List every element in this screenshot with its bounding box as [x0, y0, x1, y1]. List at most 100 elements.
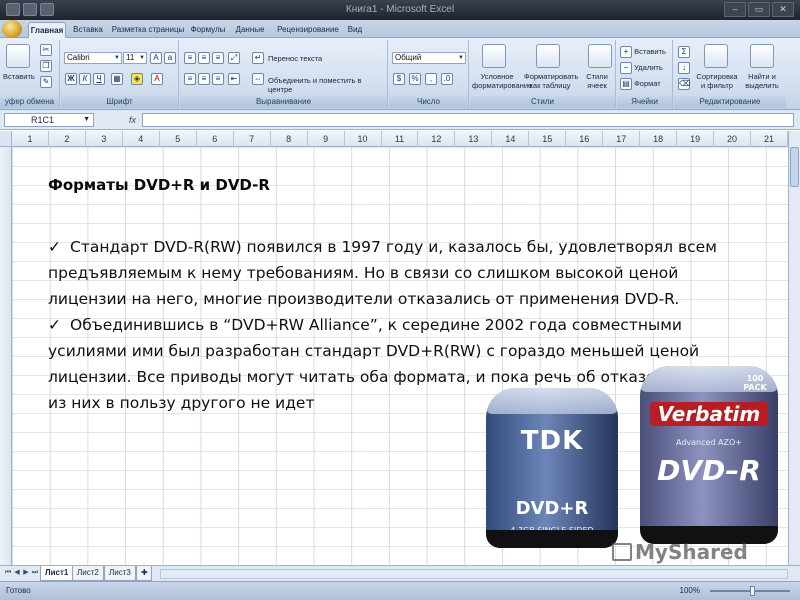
tab-formulas[interactable]: Формулы	[188, 22, 228, 38]
shrink-font-icon[interactable]: a	[164, 52, 176, 64]
column-header[interactable]: 3	[86, 131, 123, 147]
sheet-tab-2[interactable]: Лист2	[72, 566, 104, 581]
insert-cells-button[interactable]: + Вставить	[620, 46, 666, 58]
decimal-icon[interactable]: .0	[441, 73, 453, 85]
minimize-button[interactable]: –	[724, 2, 746, 17]
column-header[interactable]: 16	[566, 131, 604, 147]
font-size-combo[interactable]: 11 ▼	[123, 52, 147, 64]
vertical-scrollbar[interactable]	[788, 131, 800, 565]
underline-button[interactable]: Ч	[93, 73, 105, 85]
tab-insert[interactable]: Вставка	[70, 22, 106, 38]
wrap-text-icon[interactable]: ↵	[252, 52, 264, 64]
copy-icon[interactable]: ❐	[40, 60, 52, 72]
column-header[interactable]: 14	[492, 131, 530, 147]
format-cells-button[interactable]: ▤ Формат	[620, 78, 661, 90]
zoom-slider[interactable]	[710, 586, 790, 596]
column-header[interactable]: 11	[382, 131, 419, 147]
close-button[interactable]: ✕	[772, 2, 794, 17]
wrap-text-button[interactable]: Перенос текста	[268, 54, 322, 63]
column-header[interactable]: 10	[345, 131, 382, 147]
column-header[interactable]: 4	[123, 131, 160, 147]
column-header[interactable]: 18	[640, 131, 678, 147]
zoom-knob[interactable]	[750, 586, 755, 596]
borders-icon[interactable]: ▦	[111, 73, 123, 85]
merge-icon[interactable]: ⇔	[252, 73, 264, 85]
format-as-table-icon[interactable]	[536, 44, 560, 68]
align-center-icon[interactable]: ≡	[198, 73, 210, 85]
select-all-corner[interactable]	[0, 131, 12, 147]
currency-icon[interactable]: $	[393, 73, 405, 85]
fx-icon[interactable]: fx	[100, 113, 140, 127]
column-header[interactable]: 9	[308, 131, 345, 147]
merge-center-button[interactable]: Объединить и поместить в центре	[268, 76, 387, 94]
column-header[interactable]: 8	[271, 131, 308, 147]
column-header[interactable]: 5	[160, 131, 197, 147]
sort-filter-icon[interactable]	[704, 44, 728, 68]
prev-sheet-icon[interactable]: ◀	[13, 568, 21, 578]
column-header[interactable]: 12	[418, 131, 456, 147]
clear-icon[interactable]: ⌫	[678, 78, 690, 90]
maximize-button[interactable]: ▭	[748, 2, 770, 17]
column-header[interactable]: 21	[751, 131, 788, 147]
italic-button[interactable]: К	[79, 73, 91, 85]
tab-data[interactable]: Данные	[232, 22, 268, 38]
sheet-tab-1[interactable]: Лист1	[40, 566, 74, 581]
fill-color-icon[interactable]: ◈	[131, 73, 143, 85]
column-header[interactable]: 20	[714, 131, 752, 147]
zoom-level[interactable]: 100%	[680, 586, 700, 595]
find-select-icon[interactable]	[750, 44, 774, 68]
delete-cells-button[interactable]: − Удалить	[620, 62, 663, 74]
cell-styles-button[interactable]: Стили ячеек	[578, 72, 616, 90]
name-box[interactable]: R1C1 ▼	[4, 113, 94, 127]
thousands-icon[interactable]: ,	[425, 73, 437, 85]
format-as-table-button[interactable]: Форматировать как таблицу	[524, 72, 578, 90]
tab-view[interactable]: Вид	[344, 22, 366, 38]
align-bottom-icon[interactable]: ≡	[212, 52, 224, 64]
last-sheet-icon[interactable]: ⏭	[31, 568, 39, 578]
office-button[interactable]	[2, 20, 22, 38]
cell-styles-icon[interactable]	[588, 44, 612, 68]
scrollbar-thumb[interactable]	[790, 147, 799, 187]
first-sheet-icon[interactable]: ⏮	[4, 568, 12, 578]
conditional-format-icon[interactable]	[482, 44, 506, 68]
bold-button[interactable]: Ж	[65, 73, 77, 85]
column-header[interactable]: 1	[12, 131, 49, 147]
align-right-icon[interactable]: ≡	[212, 73, 224, 85]
font-color-icon[interactable]: A	[151, 73, 163, 85]
clipboard-group: Вставить ✂ ❐ ✎ уфер обмена	[0, 40, 60, 108]
format-painter-icon[interactable]: ✎	[40, 76, 52, 88]
percent-icon[interactable]: %	[409, 73, 421, 85]
column-header[interactable]: 17	[603, 131, 641, 147]
fill-icon[interactable]: ↓	[678, 62, 690, 74]
paste-label[interactable]: Вставить	[3, 72, 35, 81]
cut-icon[interactable]: ✂	[40, 44, 52, 56]
horizontal-scrollbar[interactable]	[160, 569, 788, 579]
formula-input[interactable]	[142, 113, 794, 127]
paste-icon[interactable]	[6, 44, 30, 68]
tab-review[interactable]: Рецензирование	[274, 22, 342, 38]
align-left-icon[interactable]: ≡	[184, 73, 196, 85]
font-name-combo[interactable]: Calibri ▼	[64, 52, 122, 64]
indent-icon[interactable]: ⇤	[228, 73, 240, 85]
column-header[interactable]: 2	[49, 131, 86, 147]
column-header[interactable]: 7	[234, 131, 271, 147]
align-middle-icon[interactable]: ≡	[198, 52, 210, 64]
insert-sheet-icon[interactable]: ✚	[136, 566, 152, 581]
sheet-tab-3[interactable]: Лист3	[104, 566, 136, 581]
grow-font-icon[interactable]: A	[150, 52, 162, 64]
column-header[interactable]: 15	[529, 131, 567, 147]
tab-home[interactable]: Главная	[28, 22, 66, 38]
sort-filter-button[interactable]: Сортировка и фильтр	[694, 72, 740, 90]
autosum-icon[interactable]: Σ	[678, 46, 690, 58]
column-header[interactable]: 6	[197, 131, 234, 147]
column-header[interactable]: 13	[455, 131, 493, 147]
next-sheet-icon[interactable]: ▶	[22, 568, 30, 578]
tab-page-layout[interactable]: Разметка страницы	[110, 22, 186, 38]
column-header[interactable]: 19	[677, 131, 715, 147]
align-top-icon[interactable]: ≡	[184, 52, 196, 64]
orientation-icon[interactable]: ⤢	[228, 52, 240, 64]
number-format-combo[interactable]: Общий ▼	[392, 52, 466, 64]
conditional-format-button[interactable]: Условное форматирование	[472, 72, 532, 90]
find-select-button[interactable]: Найти и выделить	[740, 72, 784, 90]
checkmark-icon: ✓	[48, 316, 61, 334]
